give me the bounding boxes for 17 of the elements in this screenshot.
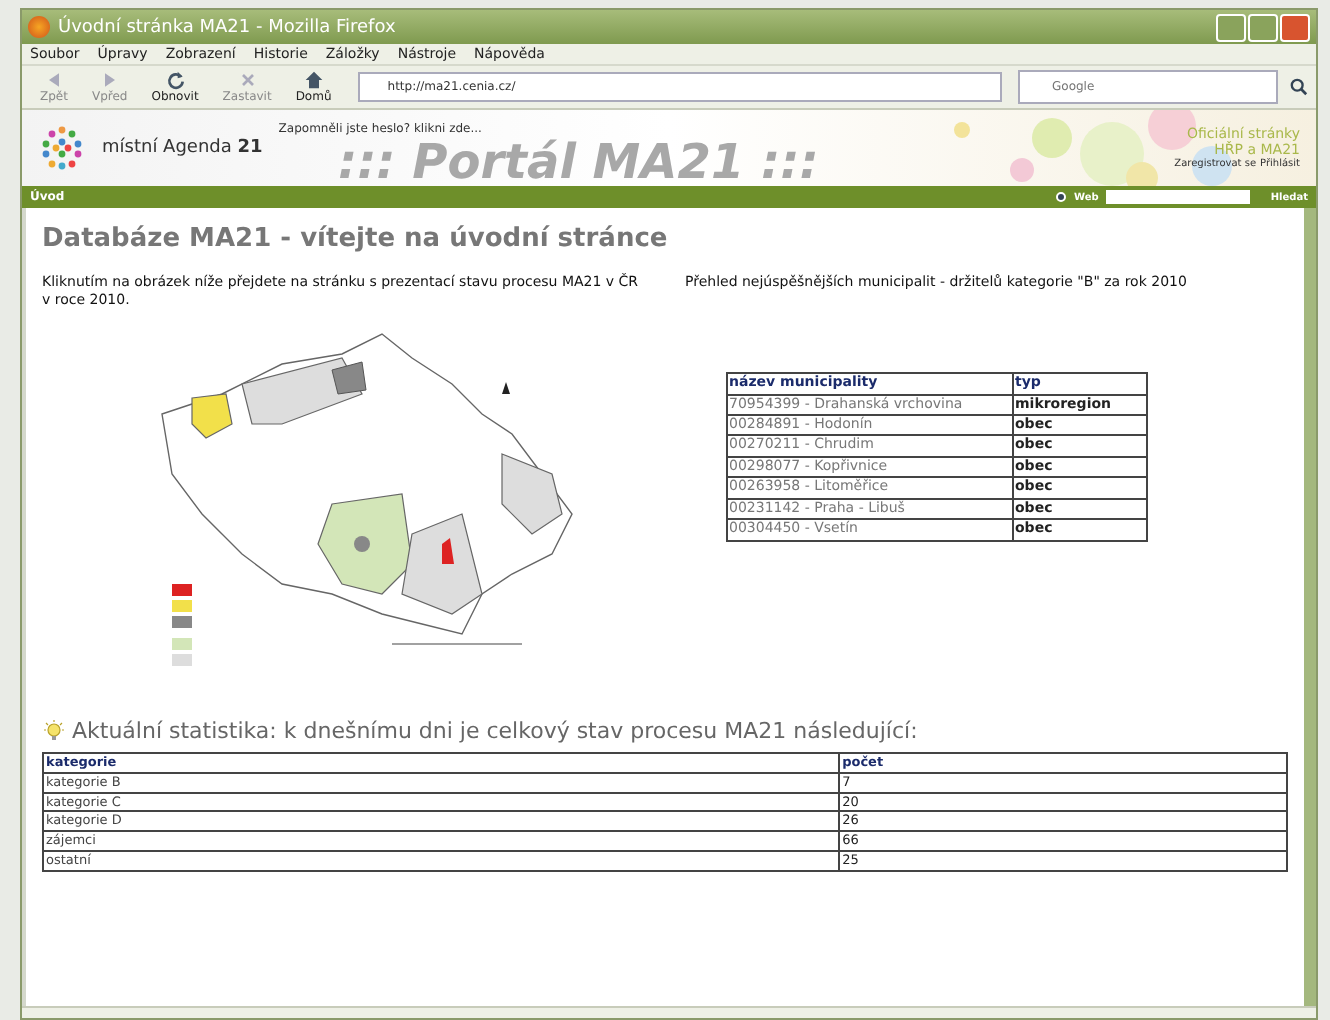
radio-button[interactable]	[1056, 192, 1067, 202]
x-icon	[237, 70, 258, 90]
page-heading: Databáze MA21 - vítejte na úvodní stránce	[42, 224, 670, 254]
logo-text: místní Agenda 21	[102, 138, 263, 158]
reload-icon	[165, 70, 185, 90]
house-icon	[303, 70, 324, 90]
site-search-field[interactable]	[1106, 190, 1251, 204]
statistics-heading: Aktuální statistika: k dnešnímu dni je celkový stav procesu MA21 následující:	[72, 718, 918, 745]
right-arrow-icon	[99, 70, 120, 90]
search-icon[interactable]	[1290, 78, 1308, 96]
close-button[interactable]	[1280, 13, 1310, 41]
minimize-button[interactable]	[1216, 13, 1246, 41]
lightbulb-icon	[42, 719, 66, 744]
window-title: Úvodní stránka MA21 - Mozilla Firefox	[58, 17, 398, 37]
portal-title: ::: Portál MA21 :::	[337, 134, 819, 190]
maximize-button[interactable]	[1248, 13, 1278, 41]
logo-icon	[38, 124, 86, 172]
